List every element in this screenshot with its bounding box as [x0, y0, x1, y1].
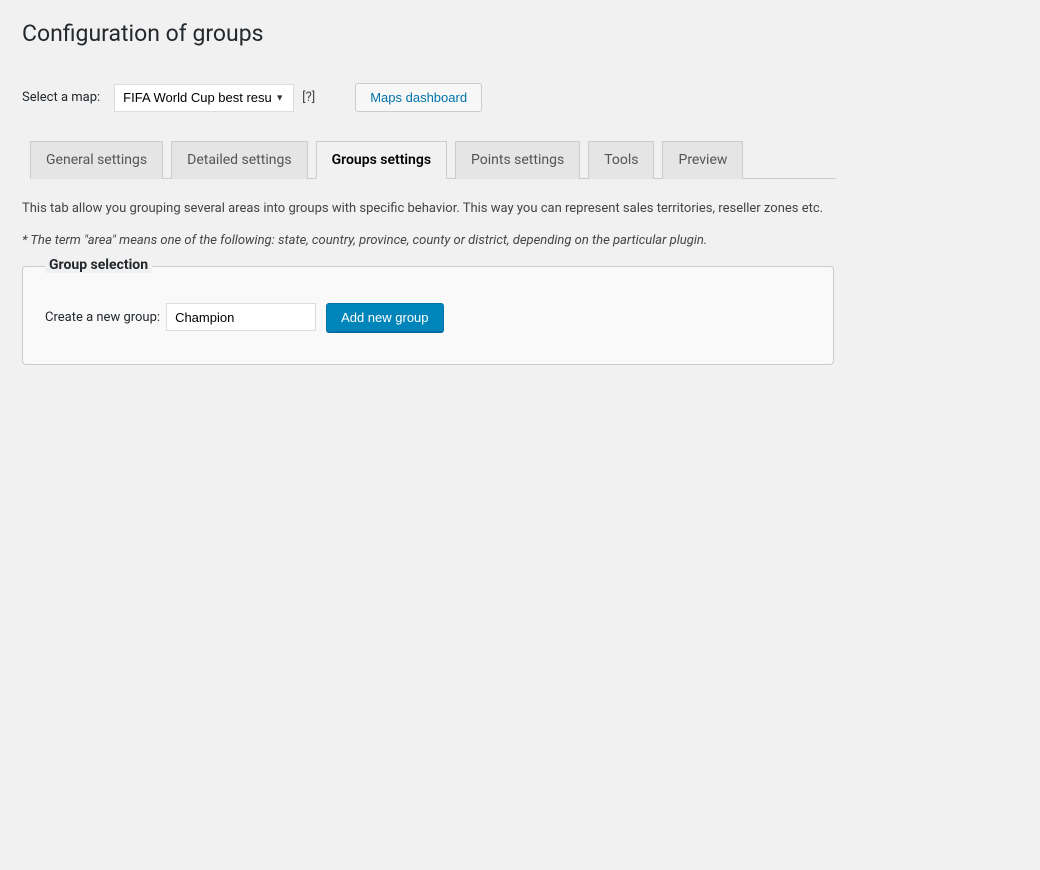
tab-description: This tab allow you grouping several area…: [22, 199, 1020, 219]
create-group-row: Create a new group: Add new group: [45, 303, 811, 332]
tab-note: * The term "area" means one of the follo…: [22, 233, 1020, 248]
tab-detailed-settings[interactable]: Detailed settings: [171, 141, 307, 179]
map-select[interactable]: FIFA World Cup best resu: [114, 84, 294, 112]
map-select-row: Select a map: FIFA World Cup best resu […: [22, 83, 1020, 112]
tab-general-settings[interactable]: General settings: [30, 141, 163, 179]
help-link[interactable]: [?]: [302, 90, 315, 105]
map-select-label: Select a map:: [22, 90, 100, 105]
group-selection-legend: Group selection: [45, 257, 152, 273]
maps-dashboard-button[interactable]: Maps dashboard: [355, 83, 482, 112]
tab-points-settings[interactable]: Points settings: [455, 141, 580, 179]
page-title: Configuration of groups: [22, 20, 1020, 47]
tab-groups-settings[interactable]: Groups settings: [316, 141, 447, 179]
tab-preview[interactable]: Preview: [662, 141, 743, 179]
create-group-input[interactable]: [166, 303, 316, 331]
create-group-label: Create a new group:: [45, 310, 160, 325]
group-selection-fieldset: Group selection Create a new group: Add …: [22, 266, 834, 365]
map-select-wrapper: FIFA World Cup best resu: [114, 84, 294, 112]
tab-tools[interactable]: Tools: [588, 141, 654, 179]
add-new-group-button[interactable]: Add new group: [326, 303, 443, 332]
tabs: General settings Detailed settings Group…: [30, 140, 836, 179]
